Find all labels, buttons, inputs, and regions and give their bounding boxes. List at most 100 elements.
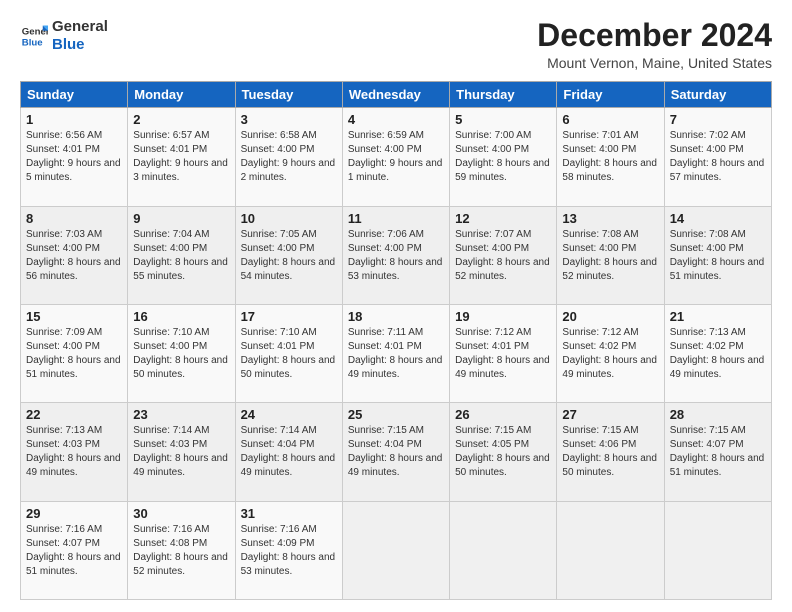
cell-info: Sunrise: 7:14 AMSunset: 4:03 PMDaylight:…: [133, 425, 228, 478]
table-row: 17 Sunrise: 7:10 AMSunset: 4:01 PMDayligh…: [235, 304, 342, 402]
day-number: 28: [670, 407, 766, 422]
table-row: 4 Sunrise: 6:59 AMSunset: 4:00 PMDaylight…: [342, 108, 449, 206]
calendar-week-1: 1Sunrise: 6:56 AMSunset: 4:01 PMDaylight…: [21, 108, 772, 206]
day-number: 6: [562, 112, 658, 127]
table-row: 7 Sunrise: 7:02 AMSunset: 4:00 PMDaylight…: [664, 108, 771, 206]
logo-icon: General Blue: [20, 22, 48, 50]
cell-info: Sunrise: 7:03 AMSunset: 4:00 PMDaylight:…: [26, 229, 121, 282]
day-number: 9: [133, 211, 229, 226]
table-row: 28 Sunrise: 7:15 AMSunset: 4:07 PMDayligh…: [664, 403, 771, 501]
day-number: 15: [26, 309, 122, 324]
day-number: 19: [455, 309, 551, 324]
table-row: [342, 501, 449, 599]
day-number: 20: [562, 309, 658, 324]
cell-info: Sunrise: 7:06 AMSunset: 4:00 PMDaylight:…: [348, 229, 443, 282]
table-row: [664, 501, 771, 599]
col-sunday: Sunday: [21, 82, 128, 108]
svg-text:Blue: Blue: [22, 38, 43, 49]
day-number: 25: [348, 407, 444, 422]
day-number: 22: [26, 407, 122, 422]
cell-info: Sunrise: 7:09 AMSunset: 4:00 PMDaylight:…: [26, 327, 121, 380]
logo: General Blue General Blue: [20, 18, 108, 54]
table-row: 22 Sunrise: 7:13 AMSunset: 4:03 PMDayligh…: [21, 403, 128, 501]
cell-info: Sunrise: 7:10 AMSunset: 4:01 PMDaylight:…: [241, 327, 336, 380]
cell-info: Sunrise: 7:16 AMSunset: 4:07 PMDaylight:…: [26, 524, 121, 577]
cell-info: Sunrise: 7:12 AMSunset: 4:02 PMDaylight:…: [562, 327, 657, 380]
title-block: December 2024 Mount Vernon, Maine, Unite…: [537, 18, 772, 71]
cell-info: Sunrise: 6:58 AMSunset: 4:00 PMDaylight:…: [241, 130, 336, 183]
cell-info: Sunrise: 7:15 AMSunset: 4:05 PMDaylight:…: [455, 425, 550, 478]
cell-info: Sunrise: 7:04 AMSunset: 4:00 PMDaylight:…: [133, 229, 228, 282]
cell-info: Sunrise: 6:57 AMSunset: 4:01 PMDaylight:…: [133, 130, 228, 183]
page: General Blue General Blue December 2024 …: [0, 0, 792, 612]
table-row: 16Sunrise: 7:10 AMSunset: 4:00 PMDayligh…: [128, 304, 235, 402]
table-row: 24Sunrise: 7:14 AMSunset: 4:04 PMDayligh…: [235, 403, 342, 501]
cell-info: Sunrise: 7:02 AMSunset: 4:00 PMDaylight:…: [670, 130, 765, 183]
day-number: 4: [348, 112, 444, 127]
calendar-week-3: 15 Sunrise: 7:09 AMSunset: 4:00 PMDayligh…: [21, 304, 772, 402]
col-monday: Monday: [128, 82, 235, 108]
day-number: 5: [455, 112, 551, 127]
day-number: 18: [348, 309, 444, 324]
cell-info: Sunrise: 7:15 AMSunset: 4:06 PMDaylight:…: [562, 425, 657, 478]
table-row: 20 Sunrise: 7:12 AMSunset: 4:02 PMDayligh…: [557, 304, 664, 402]
table-row: [450, 501, 557, 599]
table-row: 21Sunrise: 7:13 AMSunset: 4:02 PMDayligh…: [664, 304, 771, 402]
cell-info: Sunrise: 7:15 AMSunset: 4:07 PMDaylight:…: [670, 425, 765, 478]
day-number: 21: [670, 309, 766, 324]
day-number: 29: [26, 506, 122, 521]
day-number: 12: [455, 211, 551, 226]
cell-info: Sunrise: 7:14 AMSunset: 4:04 PMDaylight:…: [241, 425, 336, 478]
table-row: 15 Sunrise: 7:09 AMSunset: 4:00 PMDayligh…: [21, 304, 128, 402]
day-number: 1: [26, 112, 122, 127]
day-number: 17: [241, 309, 337, 324]
col-tuesday: Tuesday: [235, 82, 342, 108]
col-friday: Friday: [557, 82, 664, 108]
col-saturday: Saturday: [664, 82, 771, 108]
table-row: 31 Sunrise: 7:16 AMSunset: 4:09 PMDayligh…: [235, 501, 342, 599]
calendar-header-row: Sunday Monday Tuesday Wednesday Thursday…: [21, 82, 772, 108]
logo-general: General: [52, 18, 108, 35]
cell-info: Sunrise: 7:16 AMSunset: 4:08 PMDaylight:…: [133, 524, 228, 577]
logo-text: General Blue: [52, 18, 108, 54]
day-number: 13: [562, 211, 658, 226]
col-thursday: Thursday: [450, 82, 557, 108]
cell-info: Sunrise: 7:01 AMSunset: 4:00 PMDaylight:…: [562, 130, 657, 183]
table-row: 9 Sunrise: 7:04 AMSunset: 4:00 PMDaylight…: [128, 206, 235, 304]
day-number: 8: [26, 211, 122, 226]
table-row: 11 Sunrise: 7:06 AMSunset: 4:00 PMDayligh…: [342, 206, 449, 304]
day-number: 26: [455, 407, 551, 422]
cell-info: Sunrise: 6:59 AMSunset: 4:00 PMDaylight:…: [348, 130, 443, 183]
day-number: 11: [348, 211, 444, 226]
table-row: 12 Sunrise: 7:07 AMSunset: 4:00 PMDayligh…: [450, 206, 557, 304]
col-wednesday: Wednesday: [342, 82, 449, 108]
cell-info: Sunrise: 7:00 AMSunset: 4:00 PMDaylight:…: [455, 130, 550, 183]
day-number: 14: [670, 211, 766, 226]
cell-info: Sunrise: 7:13 AMSunset: 4:03 PMDaylight:…: [26, 425, 121, 478]
logo-blue: Blue: [52, 36, 85, 53]
cell-info: Sunrise: 7:16 AMSunset: 4:09 PMDaylight:…: [241, 524, 336, 577]
day-number: 10: [241, 211, 337, 226]
month-title: December 2024: [537, 18, 772, 53]
table-row: 18Sunrise: 7:11 AMSunset: 4:01 PMDayligh…: [342, 304, 449, 402]
table-row: 30Sunrise: 7:16 AMSunset: 4:08 PMDayligh…: [128, 501, 235, 599]
table-row: 1Sunrise: 6:56 AMSunset: 4:01 PMDaylight…: [21, 108, 128, 206]
table-row: 6 Sunrise: 7:01 AMSunset: 4:00 PMDaylight…: [557, 108, 664, 206]
day-number: 31: [241, 506, 337, 521]
cell-info: Sunrise: 7:07 AMSunset: 4:00 PMDaylight:…: [455, 229, 550, 282]
table-row: 26 Sunrise: 7:15 AMSunset: 4:05 PMDayligh…: [450, 403, 557, 501]
day-number: 23: [133, 407, 229, 422]
cell-info: Sunrise: 7:15 AMSunset: 4:04 PMDaylight:…: [348, 425, 443, 478]
cell-info: Sunrise: 7:08 AMSunset: 4:00 PMDaylight:…: [562, 229, 657, 282]
day-number: 27: [562, 407, 658, 422]
table-row: 14 Sunrise: 7:08 AMSunset: 4:00 PMDayligh…: [664, 206, 771, 304]
table-row: 10Sunrise: 7:05 AMSunset: 4:00 PMDayligh…: [235, 206, 342, 304]
table-row: 19Sunrise: 7:12 AMSunset: 4:01 PMDayligh…: [450, 304, 557, 402]
table-row: 5 Sunrise: 7:00 AMSunset: 4:00 PMDaylight…: [450, 108, 557, 206]
day-number: 7: [670, 112, 766, 127]
table-row: 27 Sunrise: 7:15 AMSunset: 4:06 PMDayligh…: [557, 403, 664, 501]
cell-info: Sunrise: 7:08 AMSunset: 4:00 PMDaylight:…: [670, 229, 765, 282]
cell-info: Sunrise: 7:10 AMSunset: 4:00 PMDaylight:…: [133, 327, 228, 380]
table-row: 29 Sunrise: 7:16 AMSunset: 4:07 PMDayligh…: [21, 501, 128, 599]
table-row: 25 Sunrise: 7:15 AMSunset: 4:04 PMDayligh…: [342, 403, 449, 501]
